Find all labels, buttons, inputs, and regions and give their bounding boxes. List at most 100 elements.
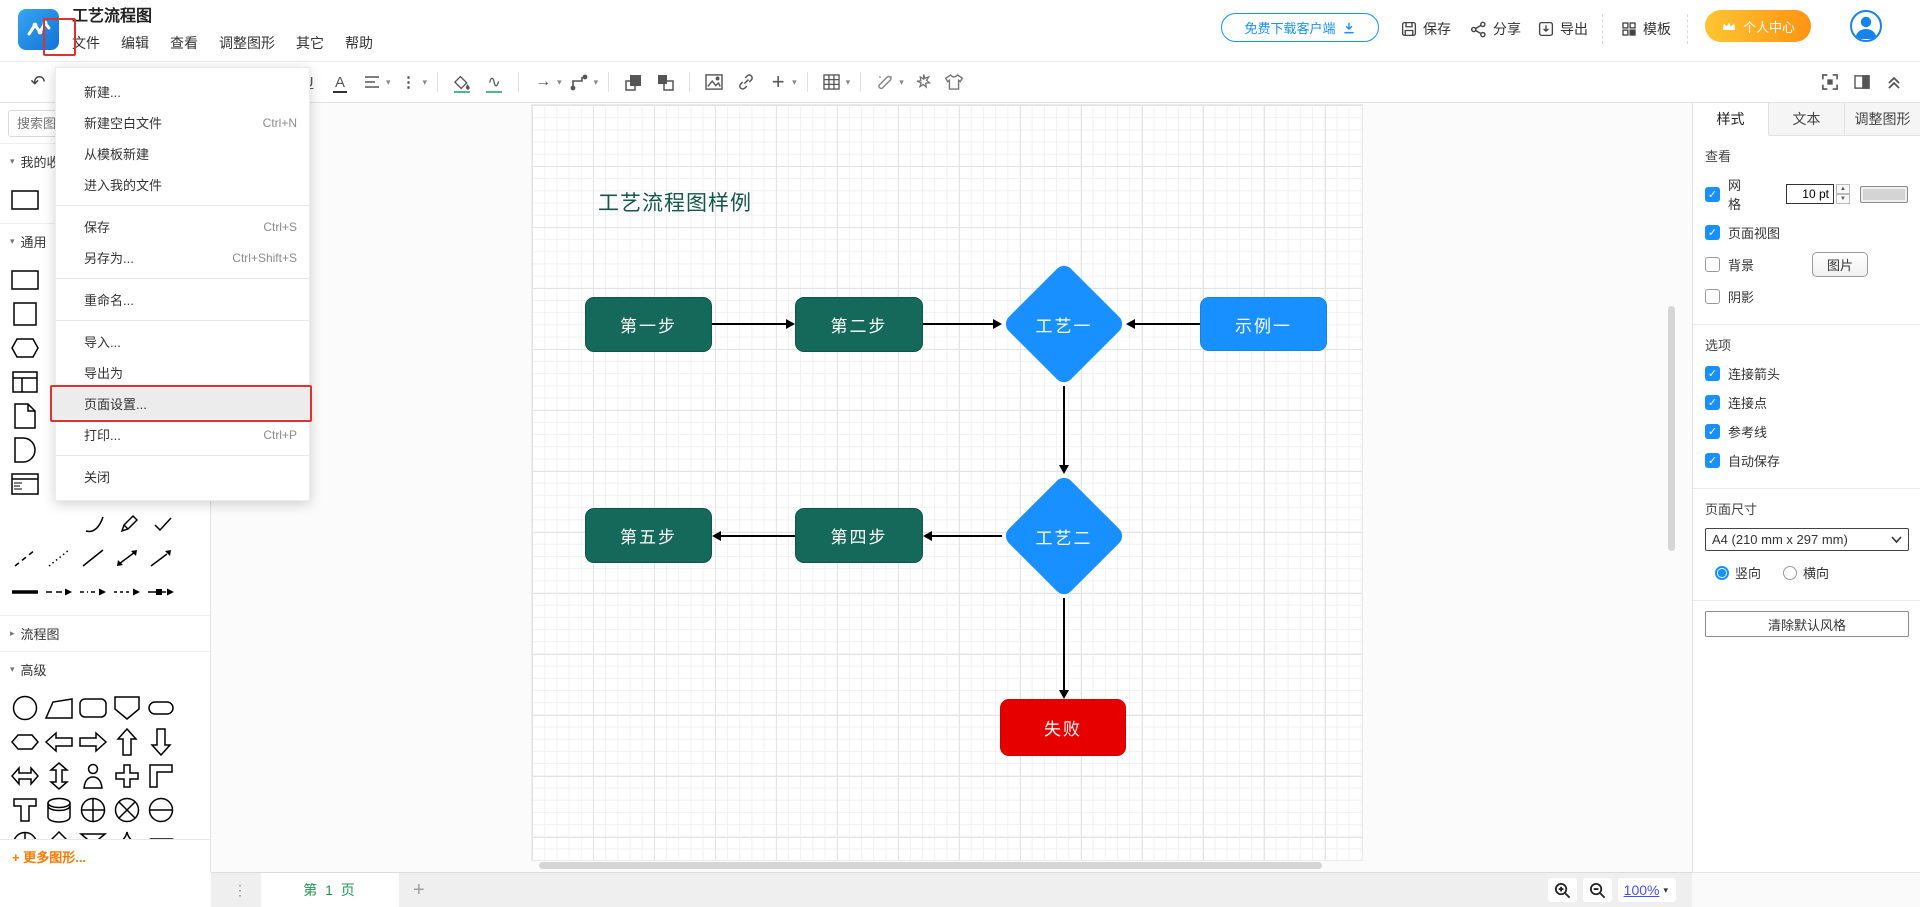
option-checkbox[interactable]: ✓	[1705, 453, 1720, 468]
shape-dashed-line-icon[interactable]	[8, 541, 42, 575]
shape-circle-cross-icon[interactable]	[110, 793, 144, 827]
page-view-checkbox[interactable]: ✓	[1705, 225, 1720, 240]
shape-circle-plus-icon[interactable]	[76, 793, 110, 827]
menu-0[interactable]: 文件	[72, 33, 100, 53]
page-size-select[interactable]: A4 (210 mm x 297 mm)	[1705, 528, 1909, 551]
shape-arrow-right-icon[interactable]	[76, 725, 110, 759]
more-text-options-button[interactable]: ⋮	[396, 69, 422, 95]
align-caret-icon[interactable]: ▾	[386, 77, 391, 88]
more-shapes-button[interactable]: + 更多图形...	[0, 839, 210, 872]
bring-to-front-button[interactable]	[620, 69, 646, 95]
shape-dash-dash-arrow-icon[interactable]	[110, 575, 144, 609]
shape-double-arrow-line-icon[interactable]	[110, 541, 144, 575]
connector-caret-icon[interactable]: ▾	[594, 77, 599, 88]
fullscreen-icon[interactable]	[1817, 69, 1843, 95]
shape-circle-icon[interactable]	[8, 691, 42, 725]
personal-center-button[interactable]: 个人中心	[1705, 10, 1811, 42]
connector-style-button[interactable]	[567, 69, 593, 95]
node-process2[interactable]: 工艺二	[1001, 473, 1127, 599]
file-menu-item[interactable]: 另存为... Ctrl+Shift+S	[56, 242, 309, 273]
shape-cross-icon[interactable]	[110, 759, 144, 793]
tab-text[interactable]: 文本	[1769, 103, 1845, 135]
shape-arrow-line-icon[interactable]	[144, 541, 178, 575]
pages-menu-icon[interactable]: ⋮	[233, 882, 247, 899]
grid-color-swatch[interactable]	[1860, 185, 1908, 203]
sidebar-section-flowchart[interactable]: ▸ 流程图	[0, 615, 210, 651]
insert-link-button[interactable]	[733, 69, 759, 95]
shape-person-icon[interactable]	[76, 759, 110, 793]
download-client-button[interactable]: 免费下载客户端	[1221, 13, 1379, 42]
font-color-button[interactable]: A	[327, 69, 353, 95]
table-caret-icon[interactable]: ▾	[846, 77, 851, 88]
file-menu-item[interactable]: 重命名...	[56, 284, 309, 315]
shape-arrow-up-icon[interactable]	[110, 725, 144, 759]
node-step4[interactable]: 第四步	[795, 508, 923, 563]
shape-pencil-icon[interactable]	[112, 507, 146, 541]
insert-shape-button[interactable]: +	[765, 69, 791, 95]
landscape-radio[interactable]	[1783, 565, 1798, 580]
tab-arrange[interactable]: 调整图形	[1845, 103, 1920, 135]
user-avatar[interactable]	[1850, 10, 1882, 42]
magic-wand-button[interactable]	[872, 69, 898, 95]
file-menu-item[interactable]: 从模板新建	[56, 138, 309, 169]
shape-dotted-line-icon[interactable]	[42, 541, 76, 575]
edge-process2-step4[interactable]	[932, 535, 1002, 537]
option-checkbox[interactable]: ✓	[1705, 424, 1720, 439]
edge-process1-process2[interactable]	[1063, 386, 1065, 467]
file-menu-item[interactable]: 导出为	[56, 357, 309, 388]
file-menu-item[interactable]: 保存 Ctrl+S	[56, 211, 309, 242]
share-button[interactable]: 分享	[1469, 16, 1521, 42]
node-step1[interactable]: 第一步	[585, 297, 712, 352]
file-menu-item[interactable]: 打印... Ctrl+P	[56, 419, 309, 450]
vertical-scrollbar[interactable]	[1668, 306, 1675, 551]
shape-rounded-rectangle-icon[interactable]	[76, 691, 110, 725]
zoom-in-button[interactable]	[1547, 878, 1577, 902]
shape-dash-dot-arrow-icon[interactable]	[76, 575, 110, 609]
node-process1[interactable]: 工艺一	[1001, 261, 1127, 387]
shape-dash-arrow-icon[interactable]	[42, 575, 76, 609]
save-button[interactable]: 保存	[1400, 16, 1451, 42]
zoom-out-button[interactable]	[1582, 878, 1612, 902]
grid-size-stepper[interactable]: ▲ ▼	[1836, 184, 1850, 204]
option-checkbox[interactable]: ✓	[1705, 395, 1720, 410]
node-step5[interactable]: 第五步	[585, 508, 712, 563]
file-menu-item[interactable]: 新建空白文件 Ctrl+N	[56, 107, 309, 138]
file-menu-item[interactable]: 导入...	[56, 326, 309, 357]
node-fail[interactable]: 失败	[1000, 699, 1126, 756]
insert-caret-icon[interactable]: ▾	[792, 77, 797, 88]
shape-square-icon[interactable]	[8, 297, 42, 331]
file-menu-item[interactable]: 进入我的文件	[56, 169, 309, 200]
undo-button[interactable]: ↶	[25, 69, 51, 95]
edge-example1-process1[interactable]	[1135, 323, 1200, 325]
shape-document-icon[interactable]	[8, 399, 42, 433]
shape-rectangle-icon[interactable]	[8, 263, 42, 297]
zoom-level-dropdown[interactable]: 100% ▾	[1617, 878, 1676, 902]
grid-checkbox[interactable]: ✓	[1705, 186, 1720, 202]
shape-hexagon-icon[interactable]	[8, 331, 42, 365]
shape-bold-line-icon[interactable]	[8, 575, 42, 609]
page-grid[interactable]	[531, 104, 1363, 861]
fill-color-button[interactable]	[449, 69, 475, 95]
insert-image-button[interactable]	[701, 69, 727, 95]
shape-check-icon[interactable]	[146, 507, 180, 541]
arrow-style-button[interactable]: →	[530, 69, 556, 95]
collapse-toolbar-icon[interactable]	[1881, 69, 1907, 95]
menu-1[interactable]: 编辑	[121, 33, 149, 53]
shape-arrow-down-icon[interactable]	[144, 725, 178, 759]
edge-step2-process1[interactable]	[923, 323, 995, 325]
shape-browser-window-icon[interactable]	[8, 467, 42, 501]
toggle-panel-icon[interactable]	[1849, 69, 1875, 95]
menu-4[interactable]: 其它	[296, 33, 324, 53]
horizontal-scrollbar[interactable]	[539, 862, 1322, 869]
node-example1[interactable]: 示例一	[1200, 297, 1327, 351]
node-step2[interactable]: 第二步	[795, 297, 923, 352]
shape-shield-icon[interactable]	[110, 691, 144, 725]
shape-hexagon-pill-icon[interactable]	[8, 725, 42, 759]
edge-step4-step5[interactable]	[721, 535, 795, 537]
shadow-checkbox[interactable]	[1705, 289, 1720, 304]
document-title[interactable]: 工艺流程图	[72, 6, 373, 28]
clear-default-style-button[interactable]: 清除默认风格	[1705, 611, 1909, 637]
edge-process2-fail[interactable]	[1063, 598, 1065, 691]
shape-corner-icon[interactable]	[144, 759, 178, 793]
menu-2[interactable]: 查看	[170, 33, 198, 53]
